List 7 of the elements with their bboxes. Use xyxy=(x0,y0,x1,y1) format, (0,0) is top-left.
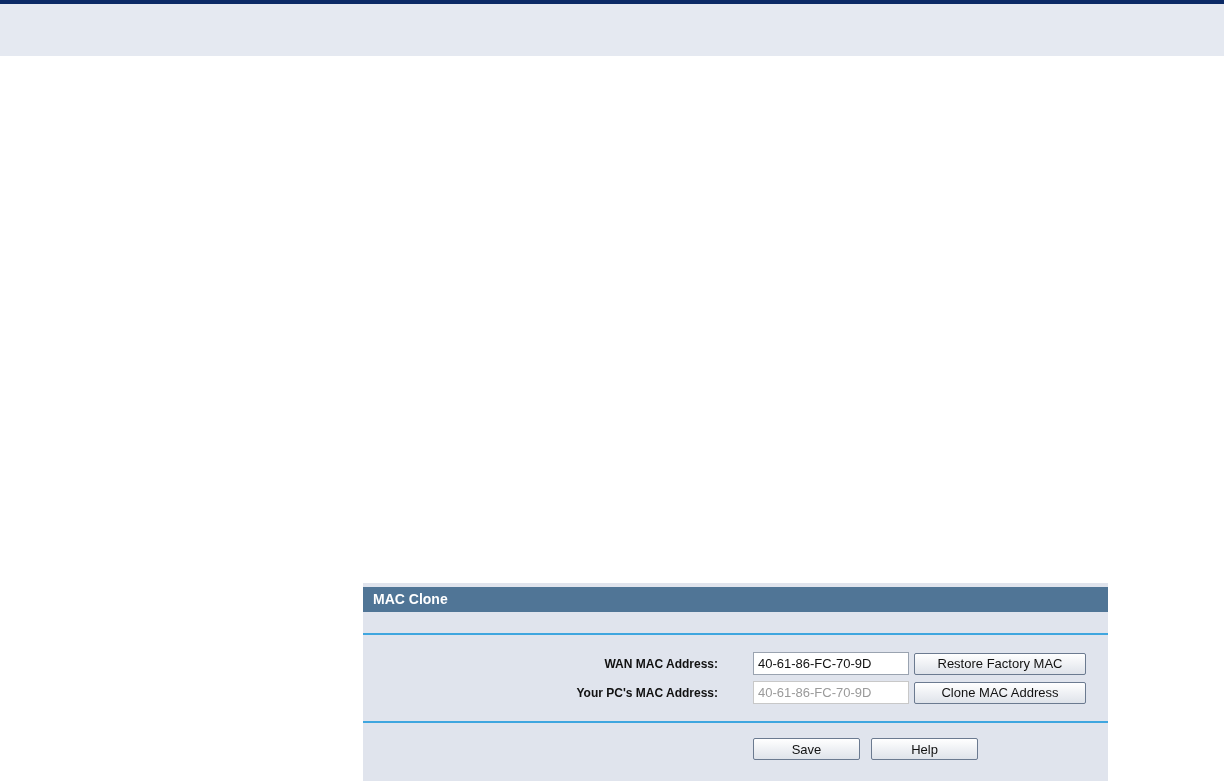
mac-input[interactable]: 40-61-86-FC-70-9D xyxy=(753,652,909,675)
field-label: Your PC's MAC Address: xyxy=(575,684,718,702)
field-label: WAN MAC Address: xyxy=(603,655,718,673)
mac-action-button[interactable]: Restore Factory MAC xyxy=(914,652,1086,675)
form-button[interactable]: Help xyxy=(871,738,978,760)
panel-title: MAC Clone xyxy=(363,587,1108,612)
form-button[interactable]: Save xyxy=(753,738,860,760)
